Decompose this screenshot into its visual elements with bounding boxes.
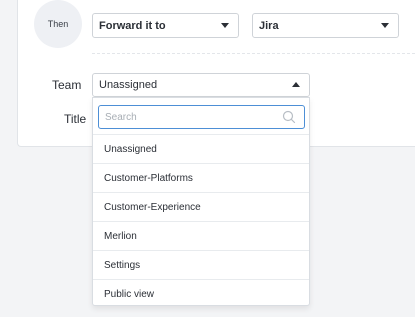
- team-option[interactable]: Settings: [93, 250, 309, 279]
- team-option[interactable]: Public view: [93, 279, 309, 308]
- team-dropdown: Unassigned Customer-Platforms Customer-E…: [92, 97, 310, 306]
- caret-down-icon: [221, 23, 229, 28]
- action-select-value: Forward it to: [99, 19, 166, 32]
- team-select[interactable]: Unassigned: [92, 73, 310, 97]
- team-option-label: Public view: [104, 288, 155, 300]
- team-label: Team: [52, 78, 82, 92]
- divider: [92, 53, 415, 54]
- team-option-label: Merlion: [104, 230, 137, 242]
- team-search-input[interactable]: [99, 106, 279, 128]
- team-option-label: Customer-Experience: [104, 201, 201, 213]
- team-option[interactable]: Merlion: [93, 221, 309, 250]
- search-box: [98, 105, 305, 129]
- search-icon: [282, 110, 296, 124]
- team-select-value: Unassigned: [99, 79, 158, 91]
- team-option[interactable]: Customer-Platforms: [93, 163, 309, 192]
- team-option-label: Customer-Platforms: [104, 172, 193, 184]
- team-options-list: Unassigned Customer-Platforms Customer-E…: [93, 134, 309, 308]
- action-select[interactable]: Forward it to: [92, 13, 239, 38]
- team-option-label: Settings: [104, 259, 141, 271]
- team-option-label: Unassigned: [104, 143, 157, 155]
- caret-up-icon: [292, 82, 300, 87]
- team-option[interactable]: Customer-Experience: [93, 192, 309, 221]
- target-select[interactable]: Jira: [252, 13, 399, 38]
- then-label: Then: [47, 19, 69, 29]
- target-select-value: Jira: [259, 19, 279, 32]
- caret-down-icon: [381, 23, 389, 28]
- then-badge: Then: [34, 0, 82, 48]
- team-option[interactable]: Unassigned: [93, 134, 309, 163]
- title-label: Title: [64, 112, 87, 126]
